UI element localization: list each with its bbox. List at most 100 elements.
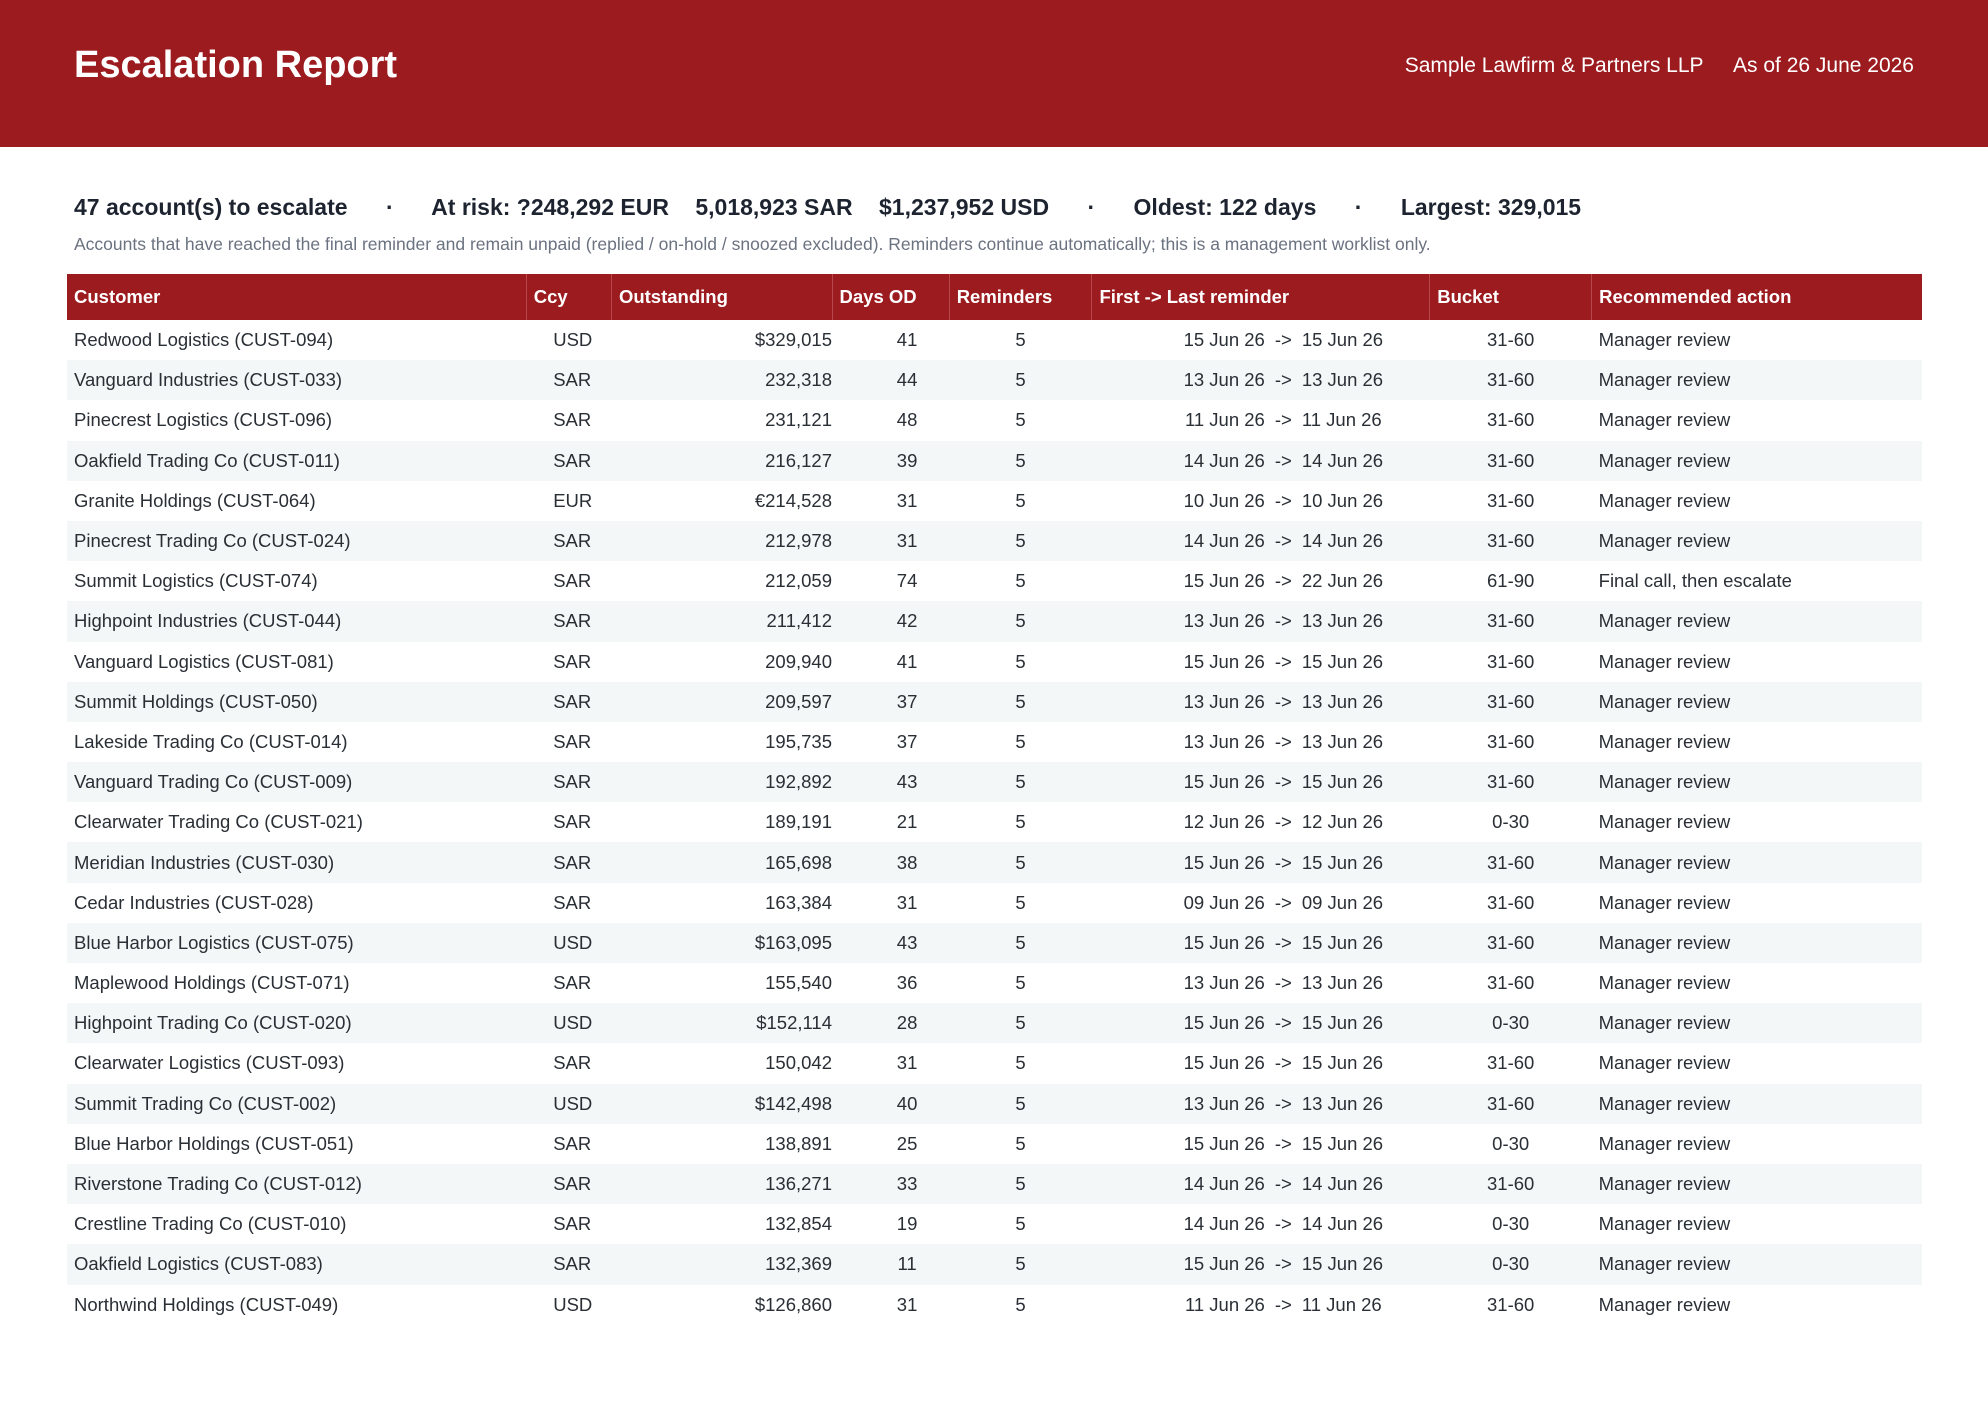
at-risk-usd: $1,237,952 USD xyxy=(879,194,1050,220)
cell-reminder-range: 15 Jun 26 -> 15 Jun 26 xyxy=(1091,762,1430,803)
first-reminder-date: 12 Jun 26 xyxy=(1183,811,1265,833)
header-customer[interactable]: Customer xyxy=(67,274,527,320)
separator-dot: · xyxy=(1087,194,1096,220)
table-row[interactable]: Summit Trading Co (CUST-002) USD $142,498 4… xyxy=(67,1083,1922,1124)
header-reminders[interactable]: Reminders xyxy=(949,274,1093,320)
header-recommended-action[interactable]: Recommended action xyxy=(1591,274,1922,320)
cell-days-od: 42 xyxy=(832,601,950,642)
cell-bucket: 31-60 xyxy=(1487,1052,1535,1074)
last-reminder-date: 10 Jun 26 xyxy=(1301,489,1384,511)
cell-days-od: 31 xyxy=(896,489,918,511)
table-row[interactable]: Cedar Industries (CUST-028) SAR 163,384 31 5… xyxy=(67,883,1922,923)
cell-bucket: 31-60 xyxy=(1429,681,1592,722)
cell-reminders: 5 xyxy=(949,842,1092,883)
table-row[interactable]: Riverstone Trading Co (CUST-012) SAR 136,2… xyxy=(67,1163,1922,1205)
first-reminder-date: 13 Jun 26 xyxy=(1183,369,1265,391)
at-risk-eur: At risk: ?248,292 EUR xyxy=(431,194,669,220)
table-row[interactable]: Clearwater Trading Co (CUST-021) SAR 189,1… xyxy=(67,802,1922,842)
table-row[interactable]: Vanguard Industries (CUST-033) SAR 232,318… xyxy=(67,360,1922,401)
cell-reminder-range: 14 Jun 26 -> 14 Jun 26 xyxy=(1091,440,1430,481)
table-row[interactable]: Granite Holdings (CUST-064) EUR €214,528 31… xyxy=(67,481,1922,521)
cell-outstanding: 212,059 xyxy=(765,570,832,592)
cell-bucket: 31-60 xyxy=(1487,329,1535,351)
table-row[interactable]: Meridian Industries (CUST-030) SAR 165,698… xyxy=(67,842,1922,883)
cell-reminders: 5 xyxy=(949,1003,1092,1044)
first-reminder-date: 15 Jun 26 xyxy=(1183,1012,1265,1034)
arrow-text: -> xyxy=(1274,1253,1292,1275)
last-reminder-date: 14 Jun 26 xyxy=(1301,1213,1384,1235)
cell-ccy: USD xyxy=(553,329,593,351)
cell-days-od: 44 xyxy=(832,360,950,401)
table-row[interactable]: Clearwater Logistics (CUST-093) SAR 150,04… xyxy=(67,1043,1922,1083)
cell-bucket: 0-30 xyxy=(1429,1244,1592,1285)
cell-outstanding: 231,121 xyxy=(765,409,832,431)
last-reminder-date: 13 Jun 26 xyxy=(1301,972,1384,994)
cell-outstanding: $126,860 xyxy=(754,1293,832,1315)
table-row[interactable]: Pinecrest Logistics (CUST-096) SAR 231,121… xyxy=(67,400,1922,440)
cell-reminder-range: 09 Jun 26 -> 09 Jun 26 xyxy=(1092,883,1430,923)
table-row[interactable]: Vanguard Trading Co (CUST-009) SAR 192,892… xyxy=(67,762,1922,803)
cell-ccy: SAR xyxy=(526,681,612,722)
last-reminder-date: 13 Jun 26 xyxy=(1301,610,1384,632)
page-title: Escalation Report xyxy=(74,44,398,86)
table-row[interactable]: Summit Logistics (CUST-074) SAR 212,059 74 5… xyxy=(67,561,1922,601)
arrow-text: -> xyxy=(1274,1012,1292,1034)
cell-reminders: 5 xyxy=(949,360,1092,401)
last-reminder-date: 13 Jun 26 xyxy=(1301,1092,1384,1114)
first-reminder-date: 14 Jun 26 xyxy=(1183,1213,1265,1235)
cell-outstanding: €214,528 xyxy=(754,489,832,511)
cell-days-od: 21 xyxy=(896,811,918,833)
table-row[interactable]: Redwood Logistics (CUST-094) USD $329,015 4… xyxy=(67,320,1922,360)
table-row[interactable]: Oakfield Trading Co (CUST-011) SAR 216,127… xyxy=(67,440,1922,481)
cell-customer: Clearwater Trading Co (CUST-021) xyxy=(74,811,363,833)
cell-reminder-range: 13 Jun 26 -> 13 Jun 26 xyxy=(1092,963,1430,1003)
table-row[interactable]: Vanguard Logistics (CUST-081) SAR 209,940 4… xyxy=(67,642,1922,682)
table-row[interactable]: Highpoint Industries (CUST-044) SAR 211,41… xyxy=(67,601,1922,642)
table-row[interactable]: Crestline Trading Co (CUST-010) SAR 132,85… xyxy=(67,1204,1922,1244)
cell-reminder-range: 15 Jun 26 -> 15 Jun 26 xyxy=(1091,1003,1430,1044)
cell-customer: Northwind Holdings (CUST-049) xyxy=(74,1293,339,1315)
cell-outstanding: 163,384 xyxy=(765,891,832,913)
header-bucket[interactable]: Bucket xyxy=(1429,274,1593,320)
cell-days-od: 43 xyxy=(832,762,950,803)
cell-bucket: 31-60 xyxy=(1429,520,1592,562)
first-reminder-date: 15 Jun 26 xyxy=(1183,1132,1265,1154)
header-outstanding[interactable]: Outstanding xyxy=(611,274,833,320)
cell-days-od: 41 xyxy=(896,650,918,672)
last-reminder-date: 11 Jun 26 xyxy=(1301,409,1382,431)
arrow-text: -> xyxy=(1274,1052,1292,1074)
cell-ccy: SAR xyxy=(553,1213,592,1235)
table-row[interactable]: Lakeside Trading Co (CUST-014) SAR 195,735… xyxy=(67,722,1922,762)
cell-reminder-range: 15 Jun 26 -> 15 Jun 26 xyxy=(1091,842,1430,883)
cell-customer: Summit Logistics (CUST-074) xyxy=(74,570,318,592)
first-reminder-date: 15 Jun 26 xyxy=(1183,650,1265,672)
cell-reminder-range: 11 Jun 26 -> 11 Jun 26 xyxy=(1092,400,1430,440)
header-reminder-range[interactable]: First -> Last reminder xyxy=(1091,274,1431,320)
cell-customer: Highpoint Industries (CUST-044) xyxy=(67,601,527,642)
cell-reminders: 5 xyxy=(1015,570,1026,592)
table-row[interactable]: Maplewood Holdings (CUST-071) SAR 155,540 3… xyxy=(67,963,1922,1003)
cell-recommended-action: Manager review xyxy=(1591,440,1922,481)
table-row[interactable]: Summit Holdings (CUST-050) SAR 209,597 37 5 1… xyxy=(67,681,1922,722)
table-row[interactable]: Blue Harbor Logistics (CUST-075) USD $163,… xyxy=(67,922,1922,963)
cell-reminders: 5 xyxy=(949,1244,1092,1285)
cell-reminders: 5 xyxy=(949,681,1092,722)
table-row[interactable]: Oakfield Logistics (CUST-083) SAR 132,369 1… xyxy=(67,1244,1922,1285)
cell-reminder-range: 15 Jun 26 -> 15 Jun 26 xyxy=(1092,1124,1430,1164)
cell-days-od: 41 xyxy=(896,329,918,351)
header-ccy[interactable]: Ccy xyxy=(526,274,612,320)
cell-days-od: 37 xyxy=(832,681,950,722)
last-reminder-date: 14 Jun 26 xyxy=(1301,530,1384,552)
first-reminder-date: 10 Jun 26 xyxy=(1183,489,1265,511)
table-row[interactable]: Northwind Holdings (CUST-049) USD $126,860… xyxy=(67,1285,1922,1325)
first-reminder-date: 14 Jun 26 xyxy=(1183,1173,1265,1195)
table-row[interactable]: Pinecrest Trading Co (CUST-024) SAR 212,97… xyxy=(67,520,1922,562)
cell-outstanding: 216,127 xyxy=(611,440,832,481)
cell-ccy: SAR xyxy=(526,1163,612,1205)
cell-ccy: SAR xyxy=(526,520,612,562)
table-row[interactable]: Blue Harbor Holdings (CUST-051) SAR 138,89… xyxy=(67,1124,1922,1164)
table-row[interactable]: Highpoint Trading Co (CUST-020) USD $152,1… xyxy=(67,1003,1922,1044)
cell-reminders: 5 xyxy=(1015,329,1026,351)
header-days-od[interactable]: Days OD xyxy=(832,274,950,320)
arrow-text: -> xyxy=(1274,771,1292,793)
